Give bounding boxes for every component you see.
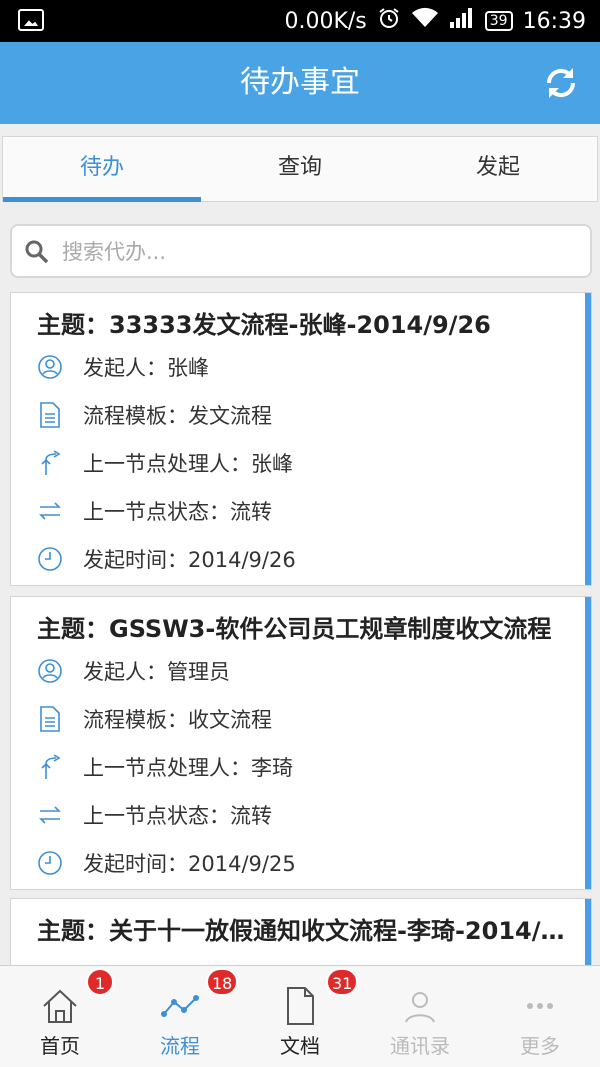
nav-label: 文档 bbox=[280, 1034, 320, 1058]
flow-icon bbox=[161, 995, 199, 1017]
branch-icon bbox=[37, 450, 63, 476]
app-header: 待办事宜 bbox=[0, 42, 600, 124]
transfer-icon bbox=[37, 498, 63, 524]
tab-pending[interactable]: 待办 bbox=[3, 137, 201, 202]
handler-text: 上一节点处理人：李琦 bbox=[83, 756, 293, 780]
badge-count: 31 bbox=[326, 968, 359, 996]
task-title: 主题：关于十一放假通知收文流程-李琦-2014/9/25 bbox=[37, 917, 567, 945]
tab-query[interactable]: 查询 bbox=[201, 137, 399, 201]
battery-icon: 39 bbox=[484, 11, 513, 31]
nav-label: 首页 bbox=[40, 1034, 80, 1058]
nav-home[interactable]: 1 首页 bbox=[0, 966, 120, 1067]
search-input[interactable] bbox=[60, 234, 564, 270]
task-card[interactable]: 主题：GSSW3-软件公司员工规章制度收文流程 发起人：管理员 流程模板：收文流… bbox=[10, 596, 592, 890]
time-text: 发起时间：2014/9/25 bbox=[83, 852, 296, 876]
handler-row: 上一节点处理人：张峰 bbox=[37, 443, 293, 483]
task-title: 主题：33333发文流程-张峰-2014/9/26 bbox=[37, 311, 491, 339]
nav-documents[interactable]: 31 文档 bbox=[240, 966, 360, 1067]
template-row: 流程模板：收文流程 bbox=[37, 699, 272, 739]
refresh-icon[interactable] bbox=[542, 64, 580, 102]
wifi-icon bbox=[411, 7, 439, 35]
document-icon bbox=[37, 706, 63, 732]
clock-time: 16:39 bbox=[522, 8, 586, 34]
nav-more[interactable]: 更多 bbox=[480, 966, 600, 1067]
nav-label: 更多 bbox=[520, 1034, 560, 1058]
state-text: 上一节点状态：流转 bbox=[83, 500, 272, 524]
signal-icon bbox=[449, 7, 475, 35]
template-text: 流程模板：收文流程 bbox=[83, 708, 272, 732]
time-text: 发起时间：2014/9/26 bbox=[83, 548, 296, 572]
tab-initiate[interactable]: 发起 bbox=[399, 137, 597, 201]
gallery-notification-icon bbox=[18, 9, 44, 31]
bottom-navigation: 1 首页 18 流程 31 文档 通讯录 更多 bbox=[0, 965, 600, 1067]
clock-icon bbox=[37, 546, 63, 572]
handler-text: 上一节点处理人：张峰 bbox=[83, 452, 293, 476]
document-icon bbox=[37, 402, 63, 428]
transfer-icon bbox=[37, 802, 63, 828]
status-bar-right: 0.00K/s 39 16:39 bbox=[284, 0, 586, 42]
task-card[interactable]: 主题：33333发文流程-张峰-2014/9/26 发起人：张峰 流程模板：发文… bbox=[10, 292, 592, 586]
search-box bbox=[10, 224, 592, 278]
file-icon bbox=[287, 987, 314, 1025]
initiator-row: 发起人：张峰 bbox=[37, 347, 209, 387]
initiator-row: 发起人：管理员 bbox=[37, 651, 230, 691]
alarm-icon bbox=[377, 6, 401, 36]
time-row: 发起时间：2014/9/26 bbox=[37, 539, 296, 579]
nav-contacts[interactable]: 通讯录 bbox=[360, 966, 480, 1067]
badge-count: 18 bbox=[206, 968, 239, 996]
branch-icon bbox=[37, 754, 63, 780]
template-text: 流程模板：发文流程 bbox=[83, 404, 272, 428]
home-icon bbox=[43, 989, 77, 1023]
initiator-text: 发起人：张峰 bbox=[83, 356, 209, 380]
more-icon bbox=[527, 1003, 553, 1009]
person-icon bbox=[37, 354, 63, 380]
state-row: 上一节点状态：流转 bbox=[37, 795, 272, 835]
badge-count: 1 bbox=[86, 968, 114, 996]
template-row: 流程模板：发文流程 bbox=[37, 395, 272, 435]
nav-label: 通讯录 bbox=[390, 1034, 450, 1058]
initiator-text: 发起人：管理员 bbox=[83, 660, 230, 684]
nav-flow[interactable]: 18 流程 bbox=[120, 966, 240, 1067]
state-row: 上一节点状态：流转 bbox=[37, 491, 272, 531]
status-bar: 0.00K/s 39 16:39 bbox=[0, 0, 600, 42]
time-row: 发起时间：2014/9/25 bbox=[37, 843, 296, 883]
handler-row: 上一节点处理人：李琦 bbox=[37, 747, 293, 787]
tab-bar: 待办 查询 发起 bbox=[2, 136, 598, 202]
contacts-icon bbox=[405, 992, 435, 1023]
person-icon bbox=[37, 658, 63, 684]
search-icon bbox=[25, 240, 49, 264]
page-title: 待办事宜 bbox=[240, 65, 360, 100]
network-speed: 0.00K/s bbox=[284, 8, 367, 34]
nav-label: 流程 bbox=[160, 1034, 200, 1058]
state-text: 上一节点状态：流转 bbox=[83, 804, 272, 828]
task-title: 主题：GSSW3-软件公司员工规章制度收文流程 bbox=[37, 615, 552, 643]
clock-icon bbox=[37, 850, 63, 876]
